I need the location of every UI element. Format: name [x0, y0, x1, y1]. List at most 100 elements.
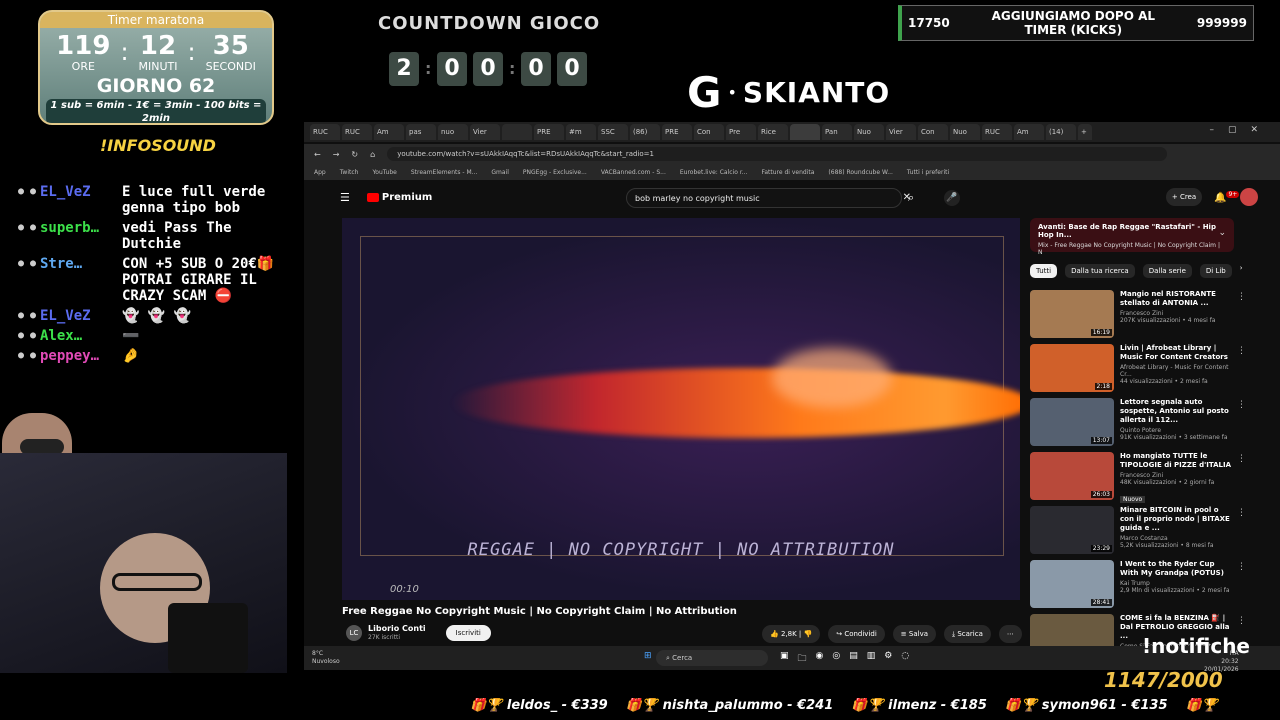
video-thumbnail[interactable]: 2:18 — [1030, 344, 1114, 392]
bookmark-item[interactable]: Fatture di vendita — [761, 169, 814, 176]
bookmark-item[interactable]: Tutti i preferiti — [907, 169, 949, 176]
home-icon[interactable]: ⌂ — [370, 150, 375, 159]
taskbar-search[interactable]: ⌕ Cerca — [656, 650, 768, 666]
bookmark-item[interactable]: YouTube — [372, 169, 396, 176]
browser-tab[interactable]: Pan — [822, 124, 852, 140]
next-up-panel[interactable]: Avanti: Base de Rap Reggae "Rastafari" -… — [1030, 218, 1234, 256]
browser-tab[interactable]: Am — [374, 124, 404, 140]
browser-tab[interactable]: RUC — [310, 124, 340, 140]
recommendation-channel[interactable]: Marco Costanza — [1120, 535, 1234, 542]
bookmark-item[interactable]: StreamElements - M... — [411, 169, 478, 176]
weather-widget[interactable]: 8°C Nuvoloso — [312, 650, 340, 666]
browser-tab[interactable]: #m — [566, 124, 596, 140]
chrome-icon[interactable]: ◉ — [816, 651, 824, 667]
browser-tab[interactable]: Vier — [470, 124, 500, 140]
back-icon[interactable]: ← — [314, 150, 321, 159]
chevron-down-icon[interactable]: ⌄ — [1218, 228, 1226, 238]
more-options-icon[interactable]: ⋮ — [1237, 616, 1246, 626]
filter-chip[interactable]: Tutti — [1030, 264, 1058, 278]
recommendation-channel[interactable]: Francesco Zini — [1120, 310, 1234, 317]
chat-username[interactable]: EL_VeZ — [40, 308, 122, 324]
chat-username[interactable]: peppey… — [40, 348, 122, 364]
steam-icon[interactable]: ◌ — [901, 651, 909, 667]
filter-chip[interactable]: Dalla serie — [1142, 264, 1192, 278]
browser-tab[interactable]: Con — [918, 124, 948, 140]
browser-tab[interactable]: SSC — [598, 124, 628, 140]
download-button[interactable]: ⤓ Scarica — [944, 625, 991, 643]
recommendation-item[interactable]: 13:07 Lettore segnala auto sospette, Anto… — [1030, 398, 1246, 450]
new-tab-icon[interactable]: + — [1078, 124, 1092, 140]
browser-tab[interactable]: Nuo — [854, 124, 884, 140]
video-thumbnail[interactable]: 23:29 — [1030, 506, 1114, 554]
subscribe-button[interactable]: Iscriviti — [445, 624, 491, 641]
video-thumbnail[interactable]: 28:41 — [1030, 560, 1114, 608]
browser-tab[interactable]: PRE — [534, 124, 564, 140]
recommendation-title[interactable]: Ho mangiato TUTTE le TIPOLOGIE di PIZZE … — [1120, 452, 1234, 470]
browser-tab[interactable]: (14) — [1046, 124, 1076, 140]
recommendation-item[interactable]: 28:41 I Went to the Ryder Cup With My Gra… — [1030, 560, 1246, 612]
like-button[interactable]: 👍 2,8K | 👎 — [762, 625, 821, 643]
bookmark-item[interactable]: PNGEgg - Exclusive... — [523, 169, 587, 176]
video-thumbnail[interactable]: 16:19 — [1030, 290, 1114, 338]
recommendation-item[interactable]: 23:29 Minare BITCOIN in pool o con il pro… — [1030, 506, 1246, 558]
browser-tab[interactable]: RUC — [342, 124, 372, 140]
recommendation-item[interactable]: 16:19 Mangio nel RISTORANTE stellato di A… — [1030, 290, 1246, 342]
chat-username[interactable]: Alex… — [40, 328, 122, 344]
browser-tab[interactable]: pas — [406, 124, 436, 140]
more-options-icon[interactable]: ⋮ — [1237, 346, 1246, 356]
more-options-icon[interactable]: ⋮ — [1237, 454, 1246, 464]
browser-tab[interactable] — [790, 124, 820, 140]
filter-chip[interactable]: Di Lib — [1199, 264, 1232, 278]
chevron-right-icon[interactable]: › — [1240, 264, 1243, 278]
recommendation-channel[interactable]: Kai Trump — [1120, 580, 1234, 587]
bookmark-item[interactable]: VACBanned.com - S... — [601, 169, 666, 176]
browser-tab[interactable]: nuo — [438, 124, 468, 140]
file-explorer-icon[interactable]: 🗀 — [798, 651, 807, 667]
bookmark-item[interactable]: Twitch — [340, 169, 359, 176]
video-thumbnail[interactable]: 26:03 — [1030, 452, 1114, 500]
recommendation-item[interactable]: 26:03 Ho mangiato TUTTE le TIPOLOGIE di P… — [1030, 452, 1246, 504]
browser-tab[interactable]: Vier — [886, 124, 916, 140]
browser-tab[interactable]: RUC — [982, 124, 1012, 140]
recommendation-item[interactable]: 2:18 Livin | Afrobeat Library | Music For… — [1030, 344, 1246, 396]
voice-search-icon[interactable]: 🎤 — [944, 190, 960, 206]
settings-icon[interactable]: ⚙ — [884, 651, 892, 667]
window-controls[interactable]: –▢✕ — [1209, 125, 1272, 135]
url-field[interactable]: youtube.com/watch?v=sUAkkIAqqTc&list=RDs… — [387, 147, 1168, 161]
channel-name[interactable]: Liborio Conti — [368, 624, 426, 634]
more-options-icon[interactable]: ⋮ — [1237, 292, 1246, 302]
forward-icon[interactable]: → — [333, 150, 340, 159]
task-view-icon[interactable]: ▣ — [780, 651, 789, 667]
bookmark-item[interactable]: Eurobet.live: Calcio r... — [680, 169, 748, 176]
video-thumbnail[interactable]: 13:07 — [1030, 398, 1114, 446]
discord-icon[interactable]: ◎ — [832, 651, 840, 667]
browser-tab[interactable] — [502, 124, 532, 140]
filter-chip[interactable]: Dalla tua ricerca — [1065, 264, 1135, 278]
browser-tab[interactable]: PRE — [662, 124, 692, 140]
recommendation-channel[interactable]: Quinto Potere — [1120, 427, 1234, 434]
recommendation-title[interactable]: I Went to the Ryder Cup With My Grandpa … — [1120, 560, 1234, 578]
bookmark-item[interactable]: App — [314, 169, 326, 176]
youtube-logo[interactable]: ☰ Premium — [340, 191, 432, 204]
search-input[interactable]: bob marley no copyright music ✕ — [626, 188, 911, 208]
user-avatar[interactable] — [1240, 188, 1258, 206]
more-actions-icon[interactable]: ⋯ — [998, 625, 1022, 643]
recommendation-channel[interactable]: Afrobeat Library - Music For Content Cr.… — [1120, 364, 1234, 378]
browser-tab[interactable]: Rice — [758, 124, 788, 140]
share-button[interactable]: ↪ Condividi — [828, 625, 885, 643]
bookmark-item[interactable]: Gmail — [491, 169, 509, 176]
menu-icon[interactable]: ☰ — [340, 191, 350, 204]
more-options-icon[interactable]: ⋮ — [1237, 562, 1246, 572]
recommendation-title[interactable]: Mangio nel RISTORANTE stellato di ANTONI… — [1120, 290, 1234, 308]
start-icon[interactable]: ⊞ — [644, 651, 652, 661]
chat-username[interactable]: Stre… — [40, 256, 122, 304]
browser-tab[interactable]: Con — [694, 124, 724, 140]
recommendation-channel[interactable]: Francesco Zini — [1120, 472, 1234, 479]
app-icon[interactable]: ▥ — [867, 651, 876, 667]
chat-username[interactable]: superb… — [40, 220, 122, 252]
recommendation-title[interactable]: Lettore segnala auto sospette, Antonio s… — [1120, 398, 1234, 425]
app-icon[interactable]: ▤ — [849, 651, 858, 667]
recommendation-title[interactable]: Minare BITCOIN in pool o con il proprio … — [1120, 506, 1234, 533]
browser-tab[interactable]: (86) — [630, 124, 660, 140]
browser-tab[interactable]: Nuo — [950, 124, 980, 140]
